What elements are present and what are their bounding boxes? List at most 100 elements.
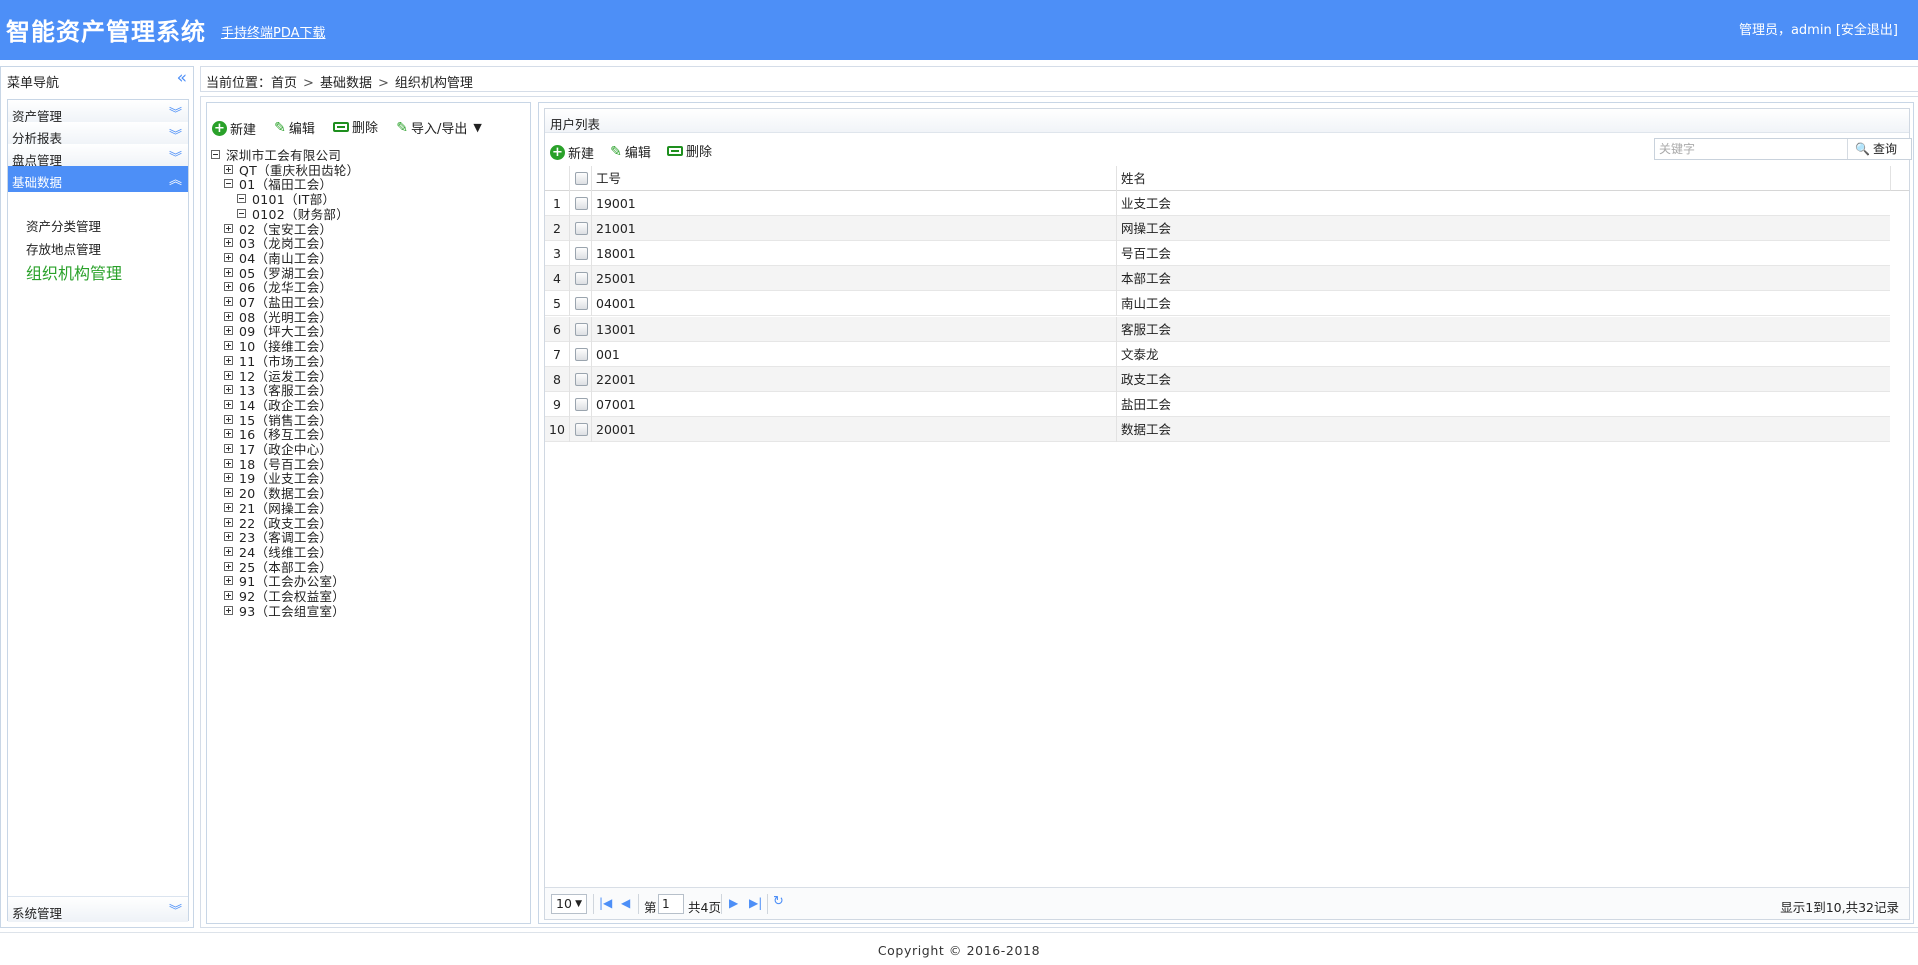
row-number: 10 xyxy=(545,416,570,442)
expand-toggle-icon[interactable] xyxy=(224,267,233,277)
expand-toggle-icon[interactable] xyxy=(224,576,233,586)
tree-import-export-button[interactable]: ✎ 导入/导出 ▼ xyxy=(396,118,482,138)
select-all-checkbox[interactable] xyxy=(575,172,588,185)
page-number-input[interactable] xyxy=(658,894,684,914)
table-row[interactable]: 1 19001 业支工会 xyxy=(545,191,1890,216)
tree-node[interactable]: 93（工会组宣室） xyxy=(224,601,345,619)
expand-toggle-icon[interactable] xyxy=(224,444,233,453)
row-checkbox[interactable] xyxy=(575,247,588,261)
row-checkbox[interactable] xyxy=(575,422,588,436)
first-page-icon[interactable]: |◀ xyxy=(599,896,612,910)
expand-toggle-icon[interactable] xyxy=(224,502,233,512)
breadcrumb: 当前位置：首页 > 基础数据 > 组织机构管理 xyxy=(206,72,473,91)
sidebar-title: 菜单导航 xyxy=(7,76,60,91)
expand-toggle-icon[interactable] xyxy=(224,355,233,365)
expand-toggle-icon[interactable] xyxy=(224,282,233,292)
tree-delete-button[interactable]: 删除 xyxy=(333,117,378,136)
cell-name: 盐田工会 xyxy=(1121,396,1172,412)
breadcrumb-separator: > xyxy=(303,76,314,91)
row-checkbox[interactable] xyxy=(575,297,588,311)
expand-toggle-icon[interactable] xyxy=(224,164,233,174)
logout-link[interactable]: [安全退出] xyxy=(1836,23,1898,38)
table-row[interactable]: 10 20001 数据工会 xyxy=(545,416,1890,442)
expand-chevron-icon: ︾ xyxy=(168,904,182,919)
table-row[interactable]: 5 04001 南山工会 xyxy=(545,291,1890,317)
expand-toggle-icon[interactable] xyxy=(224,591,233,600)
table-row[interactable]: 2 21001 网操工会 xyxy=(545,216,1890,242)
expand-toggle-icon[interactable] xyxy=(224,488,233,498)
expand-toggle-icon[interactable] xyxy=(224,458,233,468)
grid-delete-button[interactable]: 删除 xyxy=(667,141,712,160)
prev-page-icon[interactable]: ◀ xyxy=(621,896,630,910)
row-checkbox[interactable] xyxy=(575,272,588,286)
new-label: 新建 xyxy=(230,122,257,138)
expand-toggle-icon[interactable] xyxy=(224,385,233,395)
tree-edit-button[interactable]: ✎ 编辑 xyxy=(274,118,315,138)
expand-toggle-icon[interactable] xyxy=(224,473,233,483)
expand-toggle-icon[interactable] xyxy=(224,238,233,248)
record-summary: 显示1到10,共32记录 xyxy=(1780,900,1899,915)
table-row[interactable]: 4 25001 本部工会 xyxy=(545,266,1890,292)
expand-toggle-icon[interactable] xyxy=(224,546,233,556)
expand-toggle-icon[interactable] xyxy=(224,517,233,527)
expand-toggle-icon[interactable] xyxy=(224,370,233,380)
column-header-name[interactable]: 姓名 xyxy=(1117,166,1890,191)
row-checkbox[interactable] xyxy=(575,222,588,236)
select-all-cell xyxy=(570,166,592,191)
table-row[interactable]: 3 18001 号百工会 xyxy=(545,241,1890,267)
sidebar-section-system[interactable]: 系统管理 ︾ xyxy=(8,896,188,922)
sidebar-menu: 资产管理 ︾ 分析报表 ︾ 盘点管理 ︾ 基础数据 ︽ 资产分类管理 存放地点管… xyxy=(7,99,189,922)
expand-toggle-icon[interactable] xyxy=(224,311,233,321)
table-row[interactable]: 7 001 文泰龙 xyxy=(545,341,1890,367)
tree-new-button[interactable]: + 新建 xyxy=(212,119,256,138)
grid-edit-button[interactable]: ✎ 编辑 xyxy=(610,142,651,162)
expand-toggle-icon[interactable] xyxy=(224,341,233,351)
breadcrumb-home[interactable]: 首页 xyxy=(271,76,297,91)
pencil-icon: ✎ xyxy=(610,143,622,160)
table-row[interactable]: 6 13001 客服工会 xyxy=(545,316,1890,342)
row-checkbox[interactable] xyxy=(575,197,588,210)
row-checkbox[interactable] xyxy=(575,347,588,361)
last-page-icon[interactable]: ▶| xyxy=(749,896,762,910)
row-checkbox[interactable] xyxy=(575,397,588,411)
search-input[interactable] xyxy=(1655,139,1848,159)
page-label: 第 xyxy=(644,900,657,915)
page-size-select[interactable]: 10 ▼ xyxy=(551,894,587,914)
expand-toggle-icon[interactable] xyxy=(224,429,233,439)
collapse-toggle-icon[interactable] xyxy=(211,150,220,159)
column-header-id[interactable]: 工号 xyxy=(592,166,1117,191)
sidebar-item-organization[interactable]: 组织机构管理 xyxy=(26,260,122,284)
pda-download-link[interactable]: 手持终端PDA下载 xyxy=(221,22,326,41)
delete-icon xyxy=(667,145,684,156)
expand-toggle-icon[interactable] xyxy=(224,532,233,542)
breadcrumb-basedata[interactable]: 基础数据 xyxy=(320,76,372,91)
table-row[interactable]: 8 22001 政支工会 xyxy=(545,366,1890,392)
expand-toggle-icon[interactable] xyxy=(224,605,233,615)
expand-chevron-icon: ︾ xyxy=(168,151,182,166)
next-page-icon[interactable]: ▶ xyxy=(729,896,738,910)
pager-separator xyxy=(638,894,639,914)
sidebar-section-label: 系统管理 xyxy=(12,906,63,921)
expand-toggle-icon[interactable] xyxy=(224,252,233,262)
row-checkbox[interactable] xyxy=(575,372,588,386)
expand-toggle-icon[interactable] xyxy=(224,414,233,424)
sidebar-header: 菜单导航 « xyxy=(1,67,193,91)
expand-toggle-icon[interactable] xyxy=(224,326,233,336)
sidebar-item-asset-category[interactable]: 资产分类管理 xyxy=(26,216,101,235)
expand-toggle-icon[interactable] xyxy=(224,561,233,571)
expand-toggle-icon[interactable] xyxy=(224,223,233,233)
collapse-toggle-icon[interactable] xyxy=(237,194,246,204)
table-row[interactable]: 9 07001 盐田工会 xyxy=(545,391,1890,417)
refresh-icon[interactable]: ↻ xyxy=(773,894,784,909)
sidebar: 菜单导航 « 资产管理 ︾ 分析报表 ︾ 盘点管理 ︾ 基础数据 ︽ 资产分类管… xyxy=(0,66,194,928)
row-checkbox[interactable] xyxy=(575,322,588,336)
collapse-toggle-icon[interactable] xyxy=(237,208,246,218)
grid-new-button[interactable]: + 新建 xyxy=(550,143,594,162)
collapse-toggle-icon[interactable] xyxy=(224,179,233,189)
search-button[interactable]: 🔍 查询 xyxy=(1849,139,1911,159)
sidebar-section-basedata[interactable]: 基础数据 ︽ xyxy=(8,166,188,192)
expand-toggle-icon[interactable] xyxy=(224,297,233,306)
sidebar-item-storage-location[interactable]: 存放地点管理 xyxy=(26,239,101,258)
expand-toggle-icon[interactable] xyxy=(224,399,233,409)
collapse-sidebar-icon[interactable]: « xyxy=(177,68,187,88)
